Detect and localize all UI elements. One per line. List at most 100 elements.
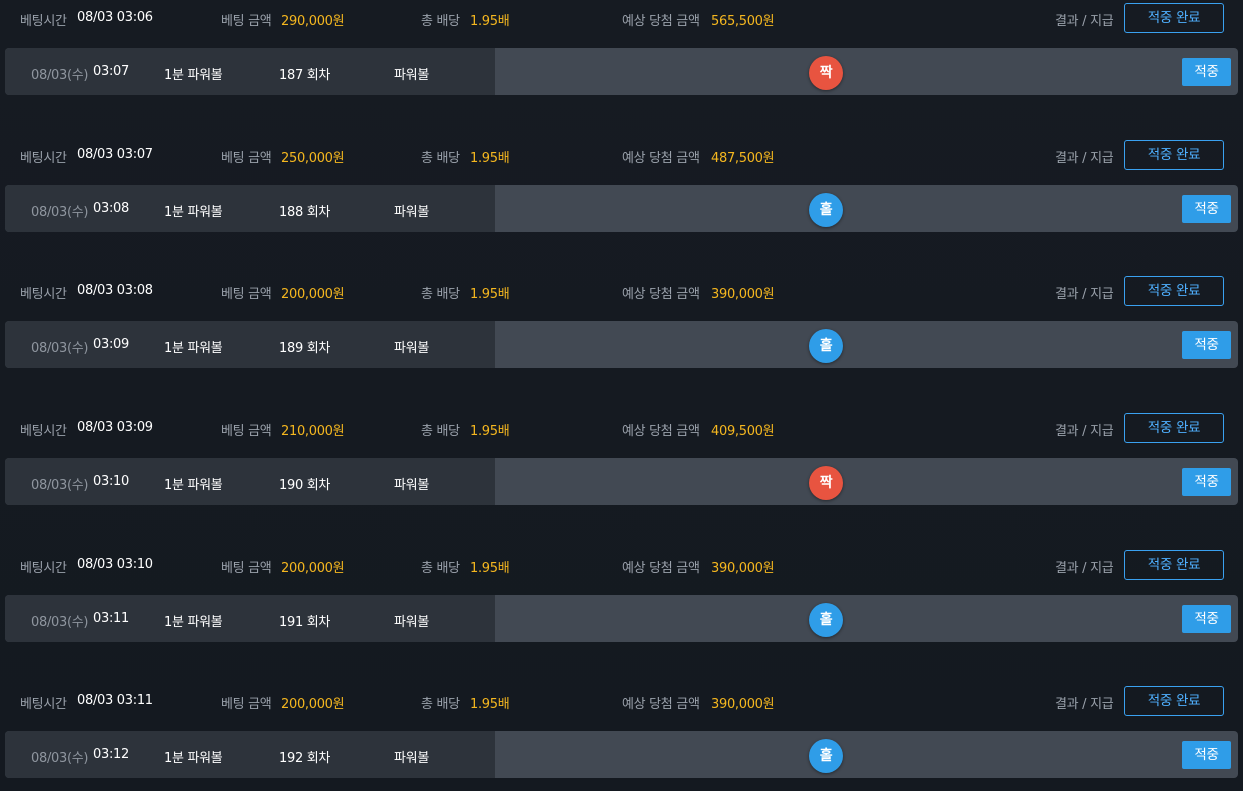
game-name: 1분 파워볼 [164,68,223,83]
pick-ball: 홀 [809,193,843,227]
bet-summary: 베팅시간 08/03 03:09 베팅 금액 210,000원 총 배당 1.9… [0,410,1243,446]
hit-complete-button[interactable]: 적중 완료 [1124,686,1224,716]
game-time: 03:08 [93,201,129,216]
bet-summary: 베팅시간 08/03 03:06 베팅 금액 290,000원 총 배당 1.9… [0,0,1243,36]
total-odds-label: 총 배당 [421,151,460,166]
game-result-row: 08/03(수) 03:09 1분 파워볼 189 회차 파워볼 홀 적중 [5,321,1238,368]
bet-amount-value: 210,000원 [281,424,345,439]
pick-ball: 짝 [809,466,843,500]
bet-type: 파워볼 [394,615,429,630]
bet-type: 파워볼 [394,205,429,220]
result-pay-label: 결과 / 지급 [1055,151,1114,166]
expected-win-value: 390,000원 [711,697,775,712]
bet-entry: 베팅시간 08/03 03:06 베팅 금액 290,000원 총 배당 1.9… [0,0,1243,137]
round-number: 190 회차 [279,478,331,493]
expected-win-value: 390,000원 [711,561,775,576]
game-date: 08/03(수) [31,68,89,83]
bet-type: 파워볼 [394,341,429,356]
bet-amount-label: 베팅 금액 [221,697,272,712]
pick-ball: 짝 [809,56,843,90]
game-time: 03:11 [93,611,129,626]
bet-amount-label: 베팅 금액 [221,151,272,166]
bet-time-label: 베팅시간 [20,561,67,576]
bet-time-value: 08/03 03:06 [77,10,153,25]
hit-status-button[interactable]: 적중 [1182,195,1231,223]
game-time: 03:10 [93,474,129,489]
total-odds-label: 총 배당 [421,697,460,712]
hit-complete-button[interactable]: 적중 완료 [1124,413,1224,443]
game-result-row: 08/03(수) 03:12 1분 파워볼 192 회차 파워볼 홀 적중 [5,731,1238,778]
expected-win-value: 409,500원 [711,424,775,439]
expected-win-label: 예상 당첨 금액 [622,424,700,439]
game-name: 1분 파워볼 [164,478,223,493]
bet-time-value: 08/03 03:09 [77,420,153,435]
game-result-row: 08/03(수) 03:10 1분 파워볼 190 회차 파워볼 짝 적중 [5,458,1238,505]
bet-amount-value: 200,000원 [281,561,345,576]
game-time: 03:09 [93,337,129,352]
expected-win-label: 예상 당첨 금액 [622,287,700,302]
bet-time-value: 08/03 03:08 [77,283,153,298]
result-pay-label: 결과 / 지급 [1055,14,1114,29]
game-date: 08/03(수) [31,205,89,220]
total-odds-label: 총 배당 [421,287,460,302]
game-time: 03:12 [93,747,129,762]
hit-status-button[interactable]: 적중 [1182,331,1231,359]
bet-entry: 베팅시간 08/03 03:07 베팅 금액 250,000원 총 배당 1.9… [0,137,1243,274]
game-name: 1분 파워볼 [164,615,223,630]
game-result-row: 08/03(수) 03:08 1분 파워볼 188 회차 파워볼 홀 적중 [5,185,1238,232]
bet-time-label: 베팅시간 [20,14,67,29]
total-odds-value: 1.95배 [470,561,510,576]
total-odds-label: 총 배당 [421,424,460,439]
hit-complete-button[interactable]: 적중 완료 [1124,140,1224,170]
game-date: 08/03(수) [31,478,89,493]
round-number: 191 회차 [279,615,331,630]
result-pay-label: 결과 / 지급 [1055,697,1114,712]
game-time: 03:07 [93,64,129,79]
hit-status-button[interactable]: 적중 [1182,58,1231,86]
bet-summary: 베팅시간 08/03 03:11 베팅 금액 200,000원 총 배당 1.9… [0,683,1243,719]
hit-status-button[interactable]: 적중 [1182,741,1231,769]
result-pay-label: 결과 / 지급 [1055,424,1114,439]
expected-win-value: 565,500원 [711,14,775,29]
expected-win-value: 487,500원 [711,151,775,166]
total-odds-value: 1.95배 [470,287,510,302]
round-number: 188 회차 [279,205,331,220]
total-odds-value: 1.95배 [470,424,510,439]
total-odds-value: 1.95배 [470,14,510,29]
total-odds-label: 총 배당 [421,561,460,576]
game-name: 1분 파워볼 [164,751,223,766]
result-pay-label: 결과 / 지급 [1055,287,1114,302]
hit-status-button[interactable]: 적중 [1182,605,1231,633]
game-date: 08/03(수) [31,615,89,630]
expected-win-label: 예상 당첨 금액 [622,151,700,166]
result-pay-label: 결과 / 지급 [1055,561,1114,576]
bet-amount-value: 290,000원 [281,14,345,29]
bet-type: 파워볼 [394,68,429,83]
bet-entry: 베팅시간 08/03 03:10 베팅 금액 200,000원 총 배당 1.9… [0,547,1243,684]
bet-amount-value: 200,000원 [281,287,345,302]
bet-amount-label: 베팅 금액 [221,287,272,302]
hit-complete-button[interactable]: 적중 완료 [1124,550,1224,580]
pick-ball: 홀 [809,603,843,637]
bet-summary: 베팅시간 08/03 03:07 베팅 금액 250,000원 총 배당 1.9… [0,137,1243,173]
bet-time-label: 베팅시간 [20,697,67,712]
bet-amount-label: 베팅 금액 [221,424,272,439]
bet-amount-value: 200,000원 [281,697,345,712]
bet-entry: 베팅시간 08/03 03:09 베팅 금액 210,000원 총 배당 1.9… [0,410,1243,547]
total-odds-value: 1.95배 [470,151,510,166]
game-result-row: 08/03(수) 03:11 1분 파워볼 191 회차 파워볼 홀 적중 [5,595,1238,642]
total-odds-value: 1.95배 [470,697,510,712]
bet-entry: 베팅시간 08/03 03:08 베팅 금액 200,000원 총 배당 1.9… [0,273,1243,410]
game-name: 1분 파워볼 [164,205,223,220]
pick-ball: 홀 [809,739,843,773]
bet-time-label: 베팅시간 [20,424,67,439]
hit-complete-button[interactable]: 적중 완료 [1124,3,1224,33]
game-result-row: 08/03(수) 03:07 1분 파워볼 187 회차 파워볼 짝 적중 [5,48,1238,95]
expected-win-label: 예상 당첨 금액 [622,561,700,576]
round-number: 192 회차 [279,751,331,766]
hit-complete-button[interactable]: 적중 완료 [1124,276,1224,306]
round-number: 189 회차 [279,341,331,356]
bet-history-list: 베팅시간 08/03 03:06 베팅 금액 290,000원 총 배당 1.9… [0,0,1243,791]
bet-amount-label: 베팅 금액 [221,561,272,576]
hit-status-button[interactable]: 적중 [1182,468,1231,496]
